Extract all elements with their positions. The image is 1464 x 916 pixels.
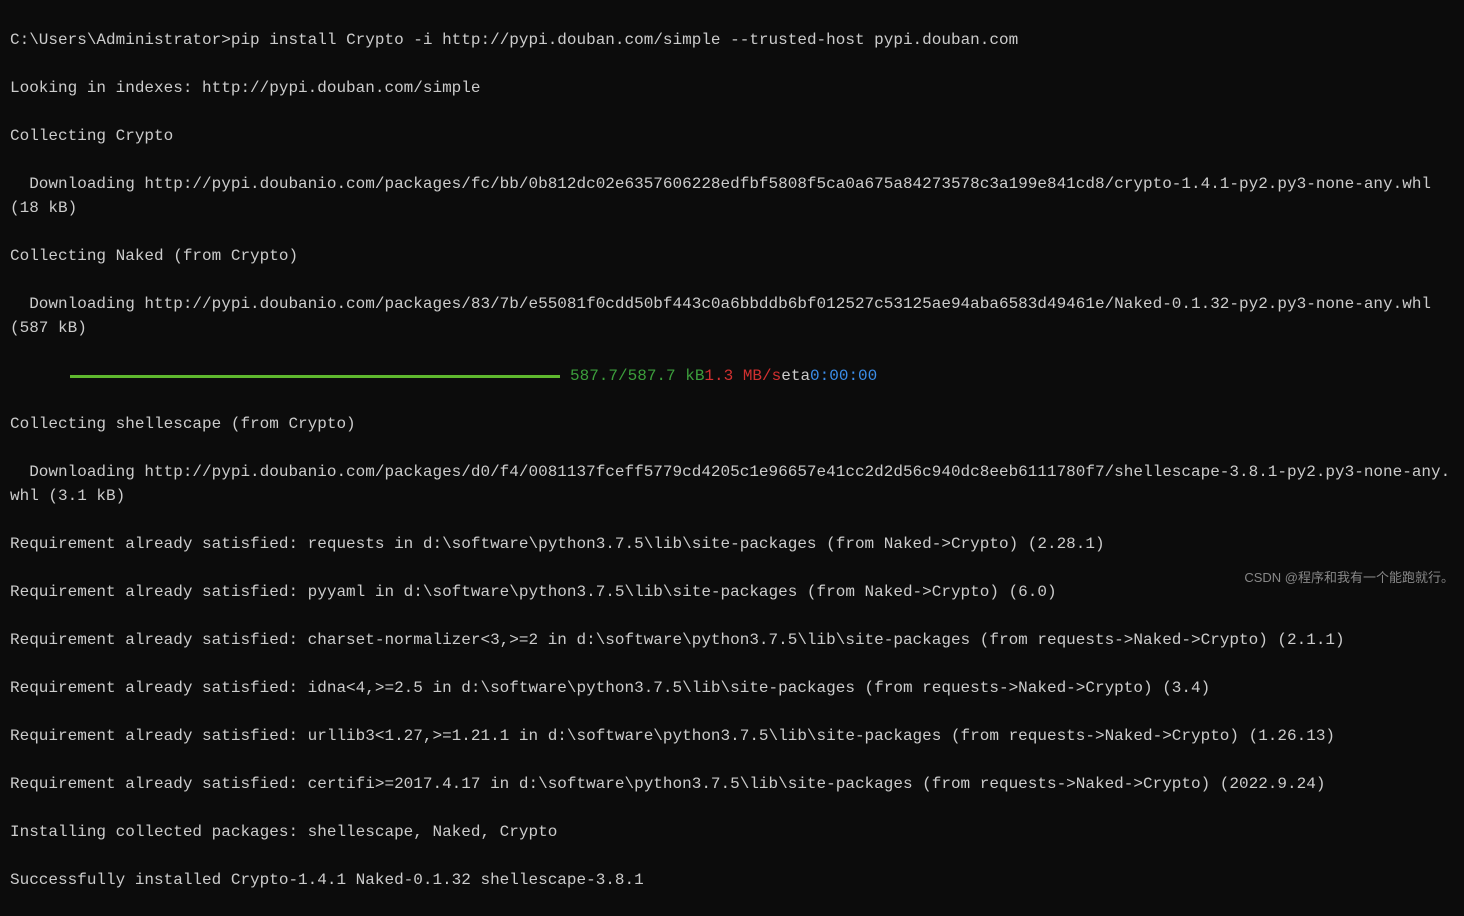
progress-speed: 1.3 MB/s — [704, 364, 781, 388]
command-line: C:\Users\Administrator>pip install Crypt… — [10, 28, 1454, 52]
output-line: Downloading http://pypi.doubanio.com/pac… — [10, 460, 1454, 508]
prompt: C:\Users\Administrator> — [10, 31, 231, 49]
output-line: Requirement already satisfied: pyyaml in… — [10, 580, 1454, 604]
output-line: Collecting Naked (from Crypto) — [10, 244, 1454, 268]
output-line: Collecting shellescape (from Crypto) — [10, 412, 1454, 436]
output-line: Requirement already satisfied: charset-n… — [10, 628, 1454, 652]
progress-size: 587.7/587.7 kB — [570, 364, 704, 388]
progress-line: 587.7/587.7 kB 1.3 MB/s eta 0:00:00 — [10, 364, 1454, 388]
watermark: CSDN @程序和我有一个能跑就行。 — [1244, 568, 1454, 588]
progress-bar — [70, 375, 560, 378]
output-line: Downloading http://pypi.doubanio.com/pac… — [10, 172, 1454, 220]
command-text: pip install Crypto -i http://pypi.douban… — [231, 31, 1018, 49]
output-line: Collecting Crypto — [10, 124, 1454, 148]
output-line: Successfully installed Crypto-1.4.1 Nake… — [10, 868, 1454, 892]
output-line: Requirement already satisfied: idna<4,>=… — [10, 676, 1454, 700]
output-line: Downloading http://pypi.doubanio.com/pac… — [10, 292, 1454, 340]
progress-eta-time: 0:00:00 — [810, 364, 877, 388]
terminal-output: C:\Users\Administrator>pip install Crypt… — [10, 4, 1454, 916]
output-line: Installing collected packages: shellesca… — [10, 820, 1454, 844]
output-line: Looking in indexes: http://pypi.douban.c… — [10, 76, 1454, 100]
output-line: Requirement already satisfied: urllib3<1… — [10, 724, 1454, 748]
output-line: Requirement already satisfied: certifi>=… — [10, 772, 1454, 796]
output-line: Requirement already satisfied: requests … — [10, 532, 1454, 556]
progress-eta-label: eta — [781, 364, 810, 388]
